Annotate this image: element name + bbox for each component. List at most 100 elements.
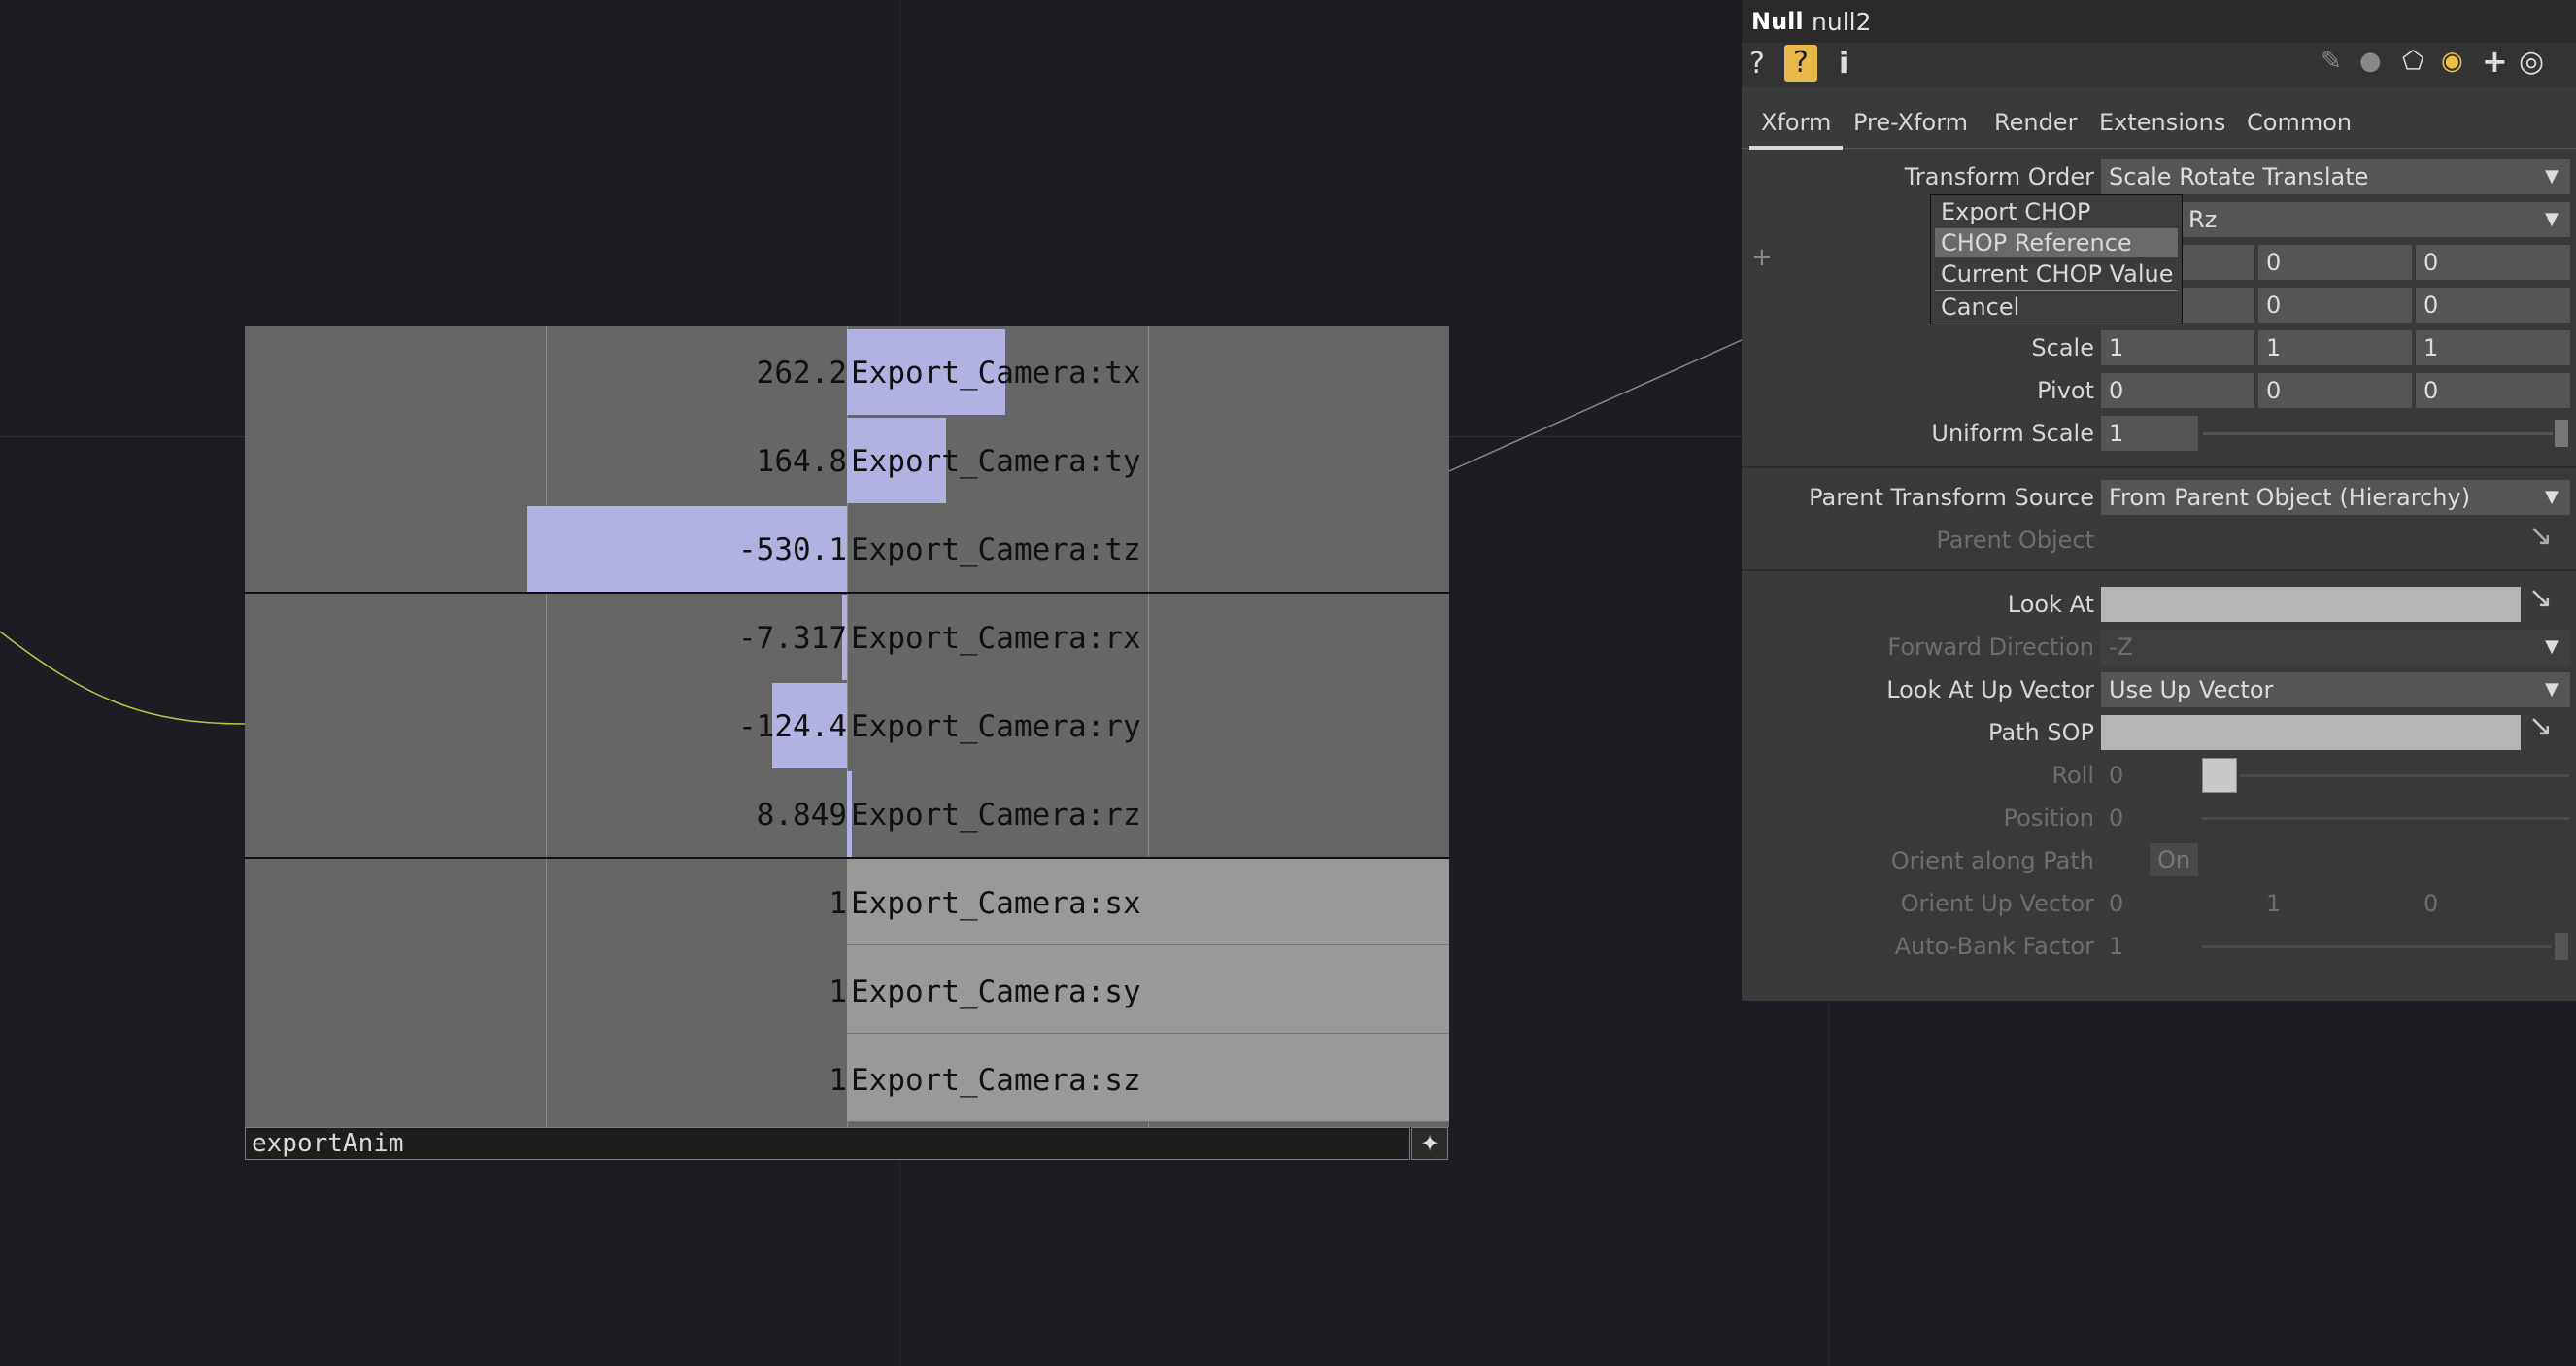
- look-at-picker-icon[interactable]: ↘: [2528, 581, 2553, 615]
- menu-item-export-chop[interactable]: Export CHOP: [1935, 197, 2178, 226]
- uniform-scale-field[interactable]: 1: [2101, 416, 2198, 451]
- parameter-panel: Null null2 ? ? i ✎ ● ⬠ ◉ + ◎ Xform Pre-X…: [1742, 0, 2576, 1001]
- auto-bank-slider[interactable]: [2202, 945, 2552, 948]
- divider: [1742, 466, 2576, 468]
- auto-bank-handle[interactable]: [2555, 933, 2568, 960]
- wire-curve: [0, 631, 246, 725]
- path-sop-field[interactable]: [2101, 715, 2521, 750]
- node-name-label[interactable]: null2: [1812, 8, 1872, 36]
- node-type: Null: [1751, 8, 1804, 35]
- position-slider[interactable]: [2202, 817, 2569, 820]
- orient-along-path-toggle[interactable]: On: [2150, 843, 2198, 876]
- orient-up-vector-z[interactable]: 0: [2423, 890, 2438, 917]
- menu-item-current-chop-value[interactable]: Current CHOP Value: [1935, 259, 2178, 289]
- python-icon[interactable]: ◉: [2441, 47, 2463, 76]
- wire-line: [1448, 339, 1743, 472]
- parent-transform-source-value: From Parent Object (Hierarchy): [2109, 484, 2471, 511]
- look-at-up-vector-menu[interactable]: Use Up Vector: [2101, 672, 2570, 707]
- auto-bank-value[interactable]: 1: [2109, 933, 2123, 960]
- scale-y-value: 1: [2266, 334, 2282, 361]
- look-at-field[interactable]: [2101, 587, 2521, 622]
- roll-label: Roll: [2051, 762, 2094, 789]
- scale-x-field[interactable]: 1: [2101, 330, 2254, 365]
- channel-value: 164.8: [756, 444, 847, 479]
- menu-item-chop-reference[interactable]: CHOP Reference: [1935, 228, 2178, 257]
- channel-value: 8.849: [756, 798, 847, 833]
- channel-name: Export_Camera:tx: [851, 356, 1141, 391]
- chop-viewer[interactable]: 262.2 Export_Camera:tx 164.8 Export_Camera:…: [245, 326, 1449, 1127]
- forward-direction-menu[interactable]: -Z: [2101, 630, 2570, 665]
- parent-object-picker-icon[interactable]: ↘: [2528, 519, 2553, 553]
- orient-up-vector-y[interactable]: 1: [2266, 890, 2281, 917]
- translate-y-field[interactable]: 0: [2258, 245, 2412, 280]
- channel-group-separator: [245, 857, 1449, 859]
- forward-direction-value: -Z: [2109, 633, 2134, 661]
- scale-x-value: 1: [2109, 334, 2124, 361]
- pivot-x-value: 0: [2109, 377, 2124, 404]
- pivot-label: Pivot: [2037, 377, 2094, 404]
- clone-icon[interactable]: ⬠: [2402, 47, 2424, 76]
- uniform-scale-slider[interactable]: [2203, 432, 2553, 435]
- pivot-y-value: 0: [2266, 377, 2282, 404]
- uniform-scale-value: 1: [2109, 420, 2124, 447]
- parent-object-label: Parent Object: [1936, 527, 2094, 554]
- channel-value: 1: [829, 974, 847, 1009]
- rotate-y-field[interactable]: 0: [2258, 288, 2412, 323]
- tab-xform[interactable]: Xform: [1748, 109, 1844, 150]
- channel-group-separator: [245, 592, 1449, 594]
- pivot-x-field[interactable]: 0: [2101, 373, 2254, 408]
- parent-transform-source-menu[interactable]: From Parent Object (Hierarchy): [2101, 480, 2570, 515]
- transform-order-menu[interactable]: Scale Rotate Translate: [2101, 159, 2570, 194]
- tab-common[interactable]: Common: [2247, 109, 2352, 136]
- tab-render[interactable]: Render: [1994, 109, 2077, 136]
- help-icon[interactable]: ?: [1749, 47, 1765, 81]
- channel-name: Export_Camera:rz: [851, 798, 1141, 833]
- position-value[interactable]: 0: [2109, 804, 2123, 832]
- roll-value[interactable]: 0: [2109, 762, 2123, 789]
- pivot-y-field[interactable]: 0: [2258, 373, 2412, 408]
- channel-name: Export_Camera:ty: [851, 444, 1141, 479]
- scale-label: Scale: [2031, 334, 2094, 361]
- channel-name: Export_Camera:sx: [851, 886, 1141, 921]
- forward-direction-label: Forward Direction: [1887, 633, 2094, 661]
- channel-name: Export_Camera:rx: [851, 621, 1141, 656]
- rotate-y-value: 0: [2266, 291, 2282, 319]
- uniform-scale-handle[interactable]: [2555, 420, 2568, 447]
- info-icon[interactable]: i: [1839, 47, 1848, 81]
- channel-value: -124.4: [738, 709, 847, 744]
- expand-icon[interactable]: +: [1751, 243, 1773, 272]
- channel-name: Export_Camera:ry: [851, 709, 1141, 744]
- path-sop-picker-icon[interactable]: ↘: [2528, 709, 2553, 743]
- roll-slider[interactable]: [2239, 774, 2569, 777]
- look-at-up-vector-label: Look At Up Vector: [1886, 676, 2094, 703]
- scale-y-field[interactable]: 1: [2258, 330, 2412, 365]
- orient-along-path-label: Orient along Path: [1890, 847, 2094, 874]
- panel-header: Null null2: [1742, 0, 2576, 43]
- node-name: exportAnim: [252, 1129, 404, 1158]
- roll-handle[interactable]: [2202, 758, 2237, 793]
- path-sop-label: Path SOP: [1988, 719, 2094, 746]
- add-icon[interactable]: +: [2482, 43, 2508, 80]
- rotate-z-value: 0: [2423, 291, 2439, 319]
- pencil-icon[interactable]: ✎: [2321, 47, 2342, 76]
- channel-value: 1: [829, 1063, 847, 1098]
- menu-item-cancel[interactable]: Cancel: [1935, 292, 2178, 322]
- tab-extensions[interactable]: Extensions: [2099, 109, 2225, 136]
- target-icon[interactable]: ◎: [2519, 45, 2544, 79]
- operator-help-icon[interactable]: ?: [1784, 45, 1817, 82]
- rotate-z-field[interactable]: 0: [2416, 288, 2570, 323]
- orient-up-vector-x[interactable]: 0: [2109, 890, 2123, 917]
- node-name-bar[interactable]: exportAnim: [245, 1127, 1410, 1160]
- uniform-scale-label: Uniform Scale: [1931, 420, 2094, 447]
- channel-name: Export_Camera:tz: [851, 532, 1141, 567]
- tab-pre-xform[interactable]: Pre-Xform: [1853, 109, 1968, 136]
- divider: [1742, 569, 2576, 571]
- viewer-toggle-button[interactable]: ✦: [1411, 1127, 1448, 1160]
- channel-value: -530.1: [738, 532, 847, 567]
- scale-z-field[interactable]: 1: [2416, 330, 2570, 365]
- comment-icon[interactable]: ●: [2359, 47, 2382, 76]
- channel-name: Export_Camera:sy: [851, 974, 1141, 1009]
- parent-transform-source-label: Parent Transform Source: [1809, 484, 2094, 511]
- translate-z-field[interactable]: 0: [2416, 245, 2570, 280]
- pivot-z-field[interactable]: 0: [2416, 373, 2570, 408]
